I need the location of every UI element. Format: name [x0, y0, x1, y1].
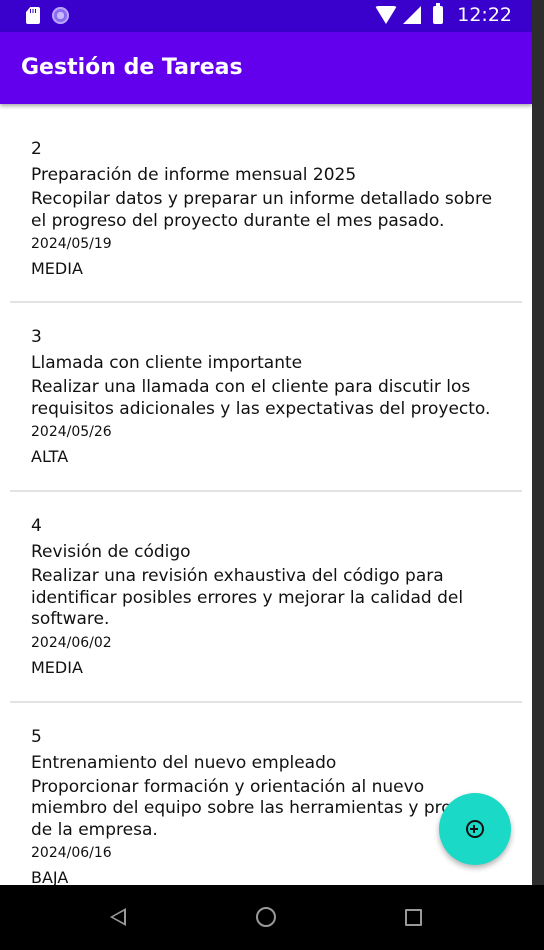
signal-icon: [403, 6, 422, 24]
app-title: Gestión de Tareas: [21, 55, 243, 80]
task-title: Llamada con cliente importante: [31, 353, 303, 373]
task-priority: ALTA: [31, 447, 69, 466]
task-date: 2024/06/16: [31, 845, 112, 861]
task-description: Realizar una llamada con el cliente para…: [31, 377, 491, 419]
sd-card-icon: [26, 7, 40, 24]
wifi-icon: [375, 6, 398, 24]
add-circle-icon: [466, 820, 484, 838]
task-description: Proporcionar formación y orientación al …: [31, 776, 500, 840]
task-priority: MEDIA: [31, 259, 83, 278]
task-title: Entrenamiento del nuevo empleado: [31, 752, 337, 773]
task-priority: MEDIA: [31, 657, 83, 677]
task-list[interactable]: 2 Preparación de informe mensual 2025 Re…: [0, 104, 532, 898]
task-description: Realizar una revisión exhaustiva del cód…: [31, 566, 464, 629]
status-bar: 12:22: [0, 0, 532, 32]
status-bar-right: 12:22: [375, 3, 512, 26]
app-bar: Gestión de Tareas: [0, 32, 532, 104]
task-id: 3: [31, 327, 42, 347]
circle-app-icon: [52, 7, 69, 24]
status-bar-left: [26, 7, 69, 24]
task-description: Recopilar datos y preparar un informe de…: [31, 189, 493, 231]
task-title: Revisión de código: [31, 542, 191, 562]
navigation-bar: [0, 885, 544, 950]
status-time: 12:22: [457, 4, 512, 26]
task-date: 2024/05/19: [31, 236, 112, 252]
task-title: Preparación de informe mensual 2025: [31, 165, 357, 185]
task-id: 4: [31, 516, 42, 536]
battery-icon: [433, 3, 444, 24]
home-icon[interactable]: [256, 907, 276, 927]
task-id: 5: [31, 726, 42, 747]
task-date: 2024/06/02: [31, 634, 112, 651]
task-date: 2024/05/26: [31, 424, 112, 440]
task-item[interactable]: 3 Llamada con cliente importante Realiza…: [0, 303, 532, 490]
app-screen: 12:22 Gestión de Tareas 2 Preparación de…: [0, 0, 532, 950]
task-id: 2: [31, 139, 42, 159]
back-icon[interactable]: [110, 908, 126, 926]
screen-edge: [532, 0, 544, 885]
task-item[interactable]: 4 Revisión de código Realizar una revisi…: [0, 492, 532, 701]
add-task-button[interactable]: [439, 793, 511, 865]
task-item[interactable]: 2 Preparación de informe mensual 2025 Re…: [0, 104, 532, 301]
recent-apps-icon[interactable]: [405, 909, 422, 926]
